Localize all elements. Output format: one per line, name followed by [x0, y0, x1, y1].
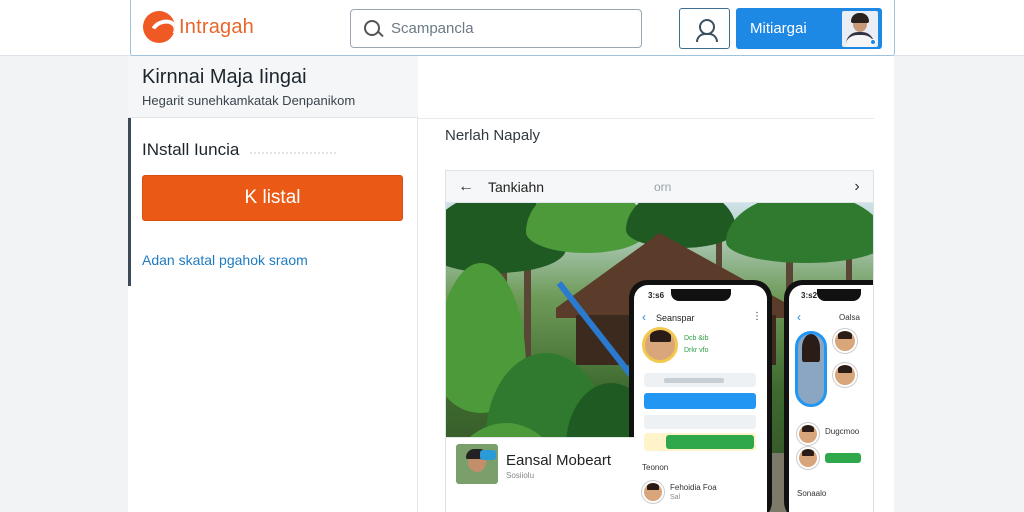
phone-mockup-right: 3:s2 ‹ Oalsa Dugcmoo Sonaalo — [784, 280, 873, 512]
app-card-subtitle: Sosiiolu — [506, 471, 535, 480]
contact-name: Dugcmoo — [825, 427, 860, 436]
friend-avatar — [833, 329, 857, 353]
right-column: Nerlah Napaly ← Tankiahn orn › 3:s6 ‹ Se… — [418, 56, 894, 512]
search-icon — [351, 9, 391, 48]
phone-status-time: 3:s2 — [801, 291, 818, 300]
phone-mockup-left: 3:s6 ‹ Seanspar ⋮ Dcb &ib Drkr vfo Teono… — [629, 280, 772, 512]
app-thumbnail — [456, 444, 498, 484]
friend-avatar — [833, 363, 857, 387]
profile-avatar — [642, 327, 678, 363]
user-icon[interactable] — [679, 8, 730, 49]
action-button-green[interactable] — [666, 435, 754, 449]
account-button[interactable]: Mitiargai — [736, 8, 882, 49]
install-button[interactable]: K listal — [142, 175, 403, 221]
account-label: Mitiargai — [750, 20, 807, 37]
help-link[interactable]: Adan skatal pgahok sraom — [142, 252, 308, 268]
app-title-block: Kirnnai Maja Iingai Hegarit sunehkamkata… — [128, 56, 418, 118]
online-status-icon — [870, 38, 876, 45]
phone-screen-title: Seanspar — [656, 313, 695, 323]
contact-avatar — [797, 423, 819, 445]
phone-section-label: Teonon — [642, 463, 669, 472]
back-arrow-icon: ‹ — [797, 310, 801, 324]
main-panel: Kirnnai Maja Iingai Hegarit sunehkamkata… — [128, 56, 894, 512]
search-bar[interactable] — [350, 9, 642, 48]
contact-name: Fehoidia Foa — [670, 483, 717, 492]
profile-subtitle: Drkr vfo — [684, 347, 709, 354]
contact-avatar — [642, 481, 664, 503]
screenshot-gallery: ← Tankiahn orn › 3:s6 ‹ Seanspar ⋮ Dcb &… — [445, 170, 874, 512]
phone-status-time: 3:s6 — [648, 291, 665, 300]
brand-logo[interactable]: Intragah — [143, 11, 254, 43]
profile-name: Dcb &ib — [684, 335, 709, 342]
phone-section-label: Sonaalo — [797, 489, 827, 498]
chevron-right-icon[interactable]: › — [847, 177, 867, 197]
story-avatar — [795, 331, 827, 407]
install-heading: INstall Iuncia — [142, 140, 240, 159]
back-arrow-icon: ‹ — [642, 310, 646, 324]
contact-subtitle: Sal — [670, 494, 681, 501]
action-button-green[interactable] — [825, 453, 861, 463]
divider — [418, 118, 874, 119]
gallery-counter: orn — [654, 180, 672, 194]
avatar — [842, 10, 878, 47]
left-column: Kirnnai Maja Iingai Hegarit sunehkamkata… — [128, 56, 418, 512]
app-card-title: Eansal Mobeart — [506, 452, 612, 469]
page-title: Kirnnai Maja Iingai — [142, 66, 307, 88]
contact-avatar — [797, 447, 819, 469]
gallery-toolbar: ← Tankiahn orn › — [446, 171, 873, 203]
more-icon: ⋮ — [752, 311, 762, 322]
app-card[interactable]: Eansal Mobeart Sosiiolu — [446, 437, 636, 512]
brand-name: Intragah — [179, 15, 254, 38]
action-button-blue[interactable] — [644, 393, 756, 409]
section-title: Nerlah Napaly — [445, 127, 541, 144]
divider — [250, 148, 336, 154]
chevron-left-icon[interactable]: ← — [456, 177, 476, 197]
gallery-title: Tankiahn — [488, 179, 545, 195]
brand-logo-icon — [143, 11, 175, 43]
page-subtitle: Hegarit sunehkamkatak Denpanikom — [142, 93, 356, 108]
phone-screen-title: Oalsa — [839, 313, 860, 322]
search-input[interactable] — [391, 20, 631, 37]
